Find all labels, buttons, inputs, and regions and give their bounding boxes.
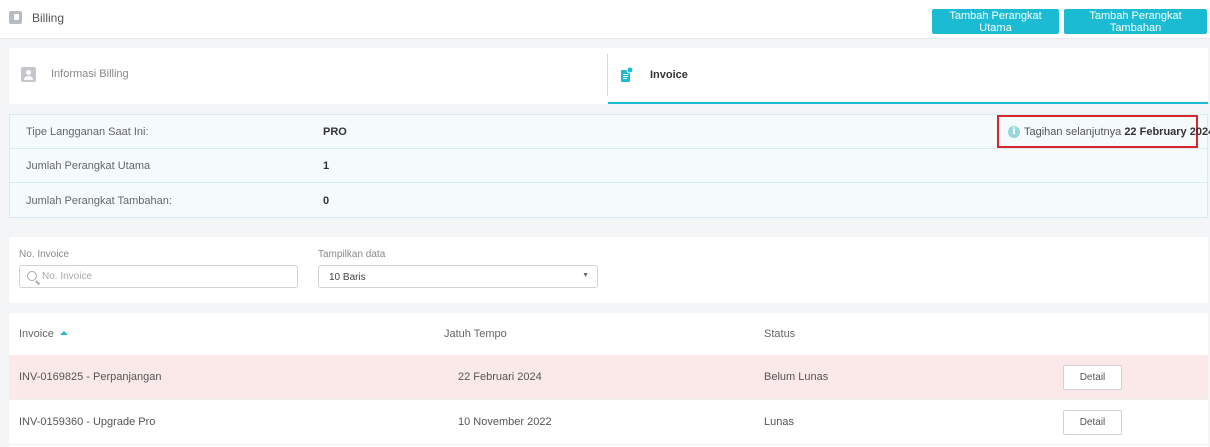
summary-value: 0: [323, 195, 330, 207]
invoice-search-field[interactable]: [19, 265, 298, 288]
invoice-status: Belum Lunas: [764, 371, 829, 383]
invoice-table: Invoice Jatuh Tempo Status INV-0169825 -…: [9, 313, 1208, 447]
info-icon: i: [1008, 126, 1020, 138]
summary-value: 1: [323, 160, 330, 172]
next-bill-date: 22 February 2024: [1124, 126, 1210, 138]
page-title: Billing: [32, 11, 65, 25]
tab-label: Informasi Billing: [51, 68, 129, 80]
detail-button[interactable]: Detail: [1063, 365, 1122, 390]
page-size-label: Tampilkan data: [318, 249, 386, 260]
due-date: 22 Februari 2024: [458, 371, 542, 383]
due-date: 10 November 2022: [458, 416, 552, 428]
next-bill-text: Tagihan selanjutnya 22 February 2024: [1024, 126, 1210, 138]
invoice-icon: [621, 67, 633, 82]
invoice-status: Lunas: [764, 416, 794, 428]
next-bill-notice: i Tagihan selanjutnya 22 February 2024: [997, 115, 1210, 148]
invoice-number: INV-0169825 - Perpanjangan: [19, 371, 162, 383]
column-header-due: Jatuh Tempo: [444, 328, 507, 340]
add-main-device-button[interactable]: Tambah Perangkat Utama: [932, 9, 1059, 34]
search-icon: [27, 271, 37, 281]
summary-row-plan: Tipe Langganan Saat Ini: PRO i Tagihan s…: [10, 115, 1210, 149]
summary-label: Jumlah Perangkat Tambahan:: [26, 195, 172, 207]
summary-row-main-devices: Jumlah Perangkat Utama 1: [10, 149, 1207, 183]
subscription-summary: Tipe Langganan Saat Ini: PRO i Tagihan s…: [9, 114, 1210, 218]
invoice-number: INV-0159360 - Upgrade Pro: [19, 416, 156, 428]
chevron-down-icon: ▼: [582, 272, 589, 279]
tab-label: Invoice: [650, 69, 688, 81]
summary-label: Tipe Langganan Saat Ini:: [26, 126, 149, 138]
column-header-status: Status: [764, 328, 796, 340]
summary-value: PRO: [323, 126, 347, 138]
tab-invoice[interactable]: Invoice: [608, 48, 1208, 104]
detail-button[interactable]: Detail: [1063, 410, 1122, 435]
invoice-search-input[interactable]: [42, 269, 292, 284]
summary-label: Jumlah Perangkat Utama: [26, 160, 151, 172]
billing-icon: [9, 11, 22, 24]
filter-panel: No. Invoice Tampilkan data 10 Baris ▼: [9, 237, 1208, 303]
page-size-select[interactable]: 10 Baris ▼: [318, 265, 598, 288]
table-row: INV-0159360 - Upgrade Pro 10 November 20…: [9, 400, 1208, 445]
user-card-icon: [21, 67, 36, 82]
sort-asc-icon: [59, 331, 68, 335]
add-extra-device-button[interactable]: Tambah Perangkat Tambahan: [1064, 9, 1207, 34]
invoice-filter-label: No. Invoice: [19, 249, 70, 260]
top-bar: Billing Tambah Perangkat Utama Tambah Pe…: [0, 0, 1210, 39]
tab-bar: Informasi Billing Invoice: [9, 48, 1208, 104]
page-size-value: 10 Baris: [329, 272, 366, 283]
summary-row-extra-devices: Jumlah Perangkat Tambahan: 0: [10, 184, 1207, 218]
column-header-invoice[interactable]: Invoice: [19, 328, 68, 340]
table-row: INV-0169825 - Perpanjangan 22 Februari 2…: [9, 355, 1208, 400]
tab-billing-info[interactable]: Informasi Billing: [9, 48, 607, 104]
